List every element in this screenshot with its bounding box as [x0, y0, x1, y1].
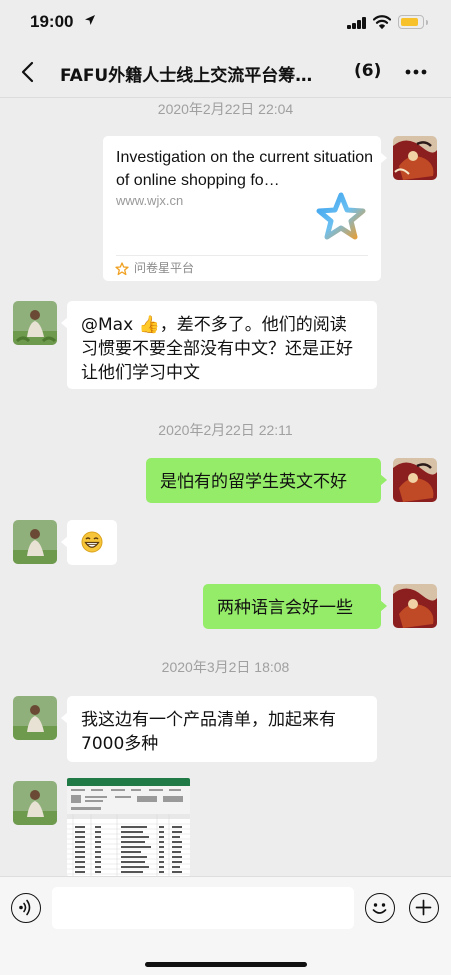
status-bar: 19:00 — [0, 0, 451, 46]
voice-icon[interactable] — [11, 893, 41, 923]
avatar-contact[interactable] — [13, 301, 57, 345]
cellular-signal-icon — [347, 16, 367, 29]
mention[interactable]: @Max — [81, 315, 139, 335]
wifi-icon — [372, 14, 392, 30]
excel-spreadsheet-thumbnail[interactable] — [67, 778, 190, 876]
message-text: 我这边有一个产品清单，加起来有7000多种 — [81, 710, 336, 754]
link-card-title: Investigation on the current situation o… — [116, 149, 374, 189]
source-star-icon — [115, 261, 129, 276]
link-card-url: www.wjx.cn — [116, 193, 184, 208]
avatar-self[interactable] — [393, 136, 437, 180]
timestamp: 2020年2月22日 22:04 — [157, 101, 294, 117]
grinning-face-icon — [81, 531, 103, 553]
message-bubble-received[interactable]: 我这边有一个产品清单，加起来有7000多种 — [61, 696, 377, 762]
thumbs-up-emoji: 👍 — [138, 315, 160, 335]
home-indicator — [145, 962, 307, 967]
message-input[interactable] — [52, 887, 354, 929]
plus-circle-icon[interactable] — [409, 893, 439, 923]
chevron-left-icon[interactable] — [16, 58, 42, 86]
chat-area[interactable]: 2020年2月22日 22:04 Investigation on the cu… — [0, 98, 451, 876]
avatar-self[interactable] — [393, 584, 437, 628]
avatar-contact[interactable] — [13, 781, 57, 825]
timestamp: 2020年2月22日 22:11 — [158, 422, 293, 438]
chat-header: FAFU外籍人士线上交流平台筹… (6) — [0, 46, 451, 98]
message-text: 两种语言会好一些 — [217, 598, 353, 618]
message-bubble-received[interactable] — [61, 520, 117, 565]
link-card-source: 问卷星平台 — [134, 261, 195, 275]
message-bubble-sent[interactable]: 两种语言会好一些 — [203, 584, 387, 629]
input-bar — [0, 876, 451, 975]
emoji-face-icon[interactable] — [365, 893, 395, 923]
battery-icon — [398, 15, 428, 29]
member-count: (6) — [354, 61, 382, 81]
status-time: 19:00 — [30, 12, 74, 31]
message-bubble-received[interactable]: @Max 👍，差不多了。他们的阅读习惯要不要全部没有中文？还是正好让他们学习中文 — [61, 301, 377, 389]
message-text: 是怕有的留学生英文不好 — [160, 472, 347, 492]
avatar-self[interactable] — [393, 458, 437, 502]
avatar-contact[interactable] — [13, 696, 57, 740]
divider — [116, 255, 368, 256]
link-card[interactable]: Investigation on the current situation o… — [103, 136, 387, 281]
more-dots-icon[interactable] — [401, 62, 431, 82]
timestamp: 2020年3月2日 18:08 — [161, 659, 290, 675]
avatar-contact[interactable] — [13, 520, 57, 564]
chat-title[interactable]: FAFU外籍人士线上交流平台筹… — [60, 61, 350, 86]
location-arrow-icon — [84, 14, 96, 29]
star-logo-icon — [316, 192, 366, 242]
message-bubble-sent[interactable]: 是怕有的留学生英文不好 — [146, 458, 387, 503]
